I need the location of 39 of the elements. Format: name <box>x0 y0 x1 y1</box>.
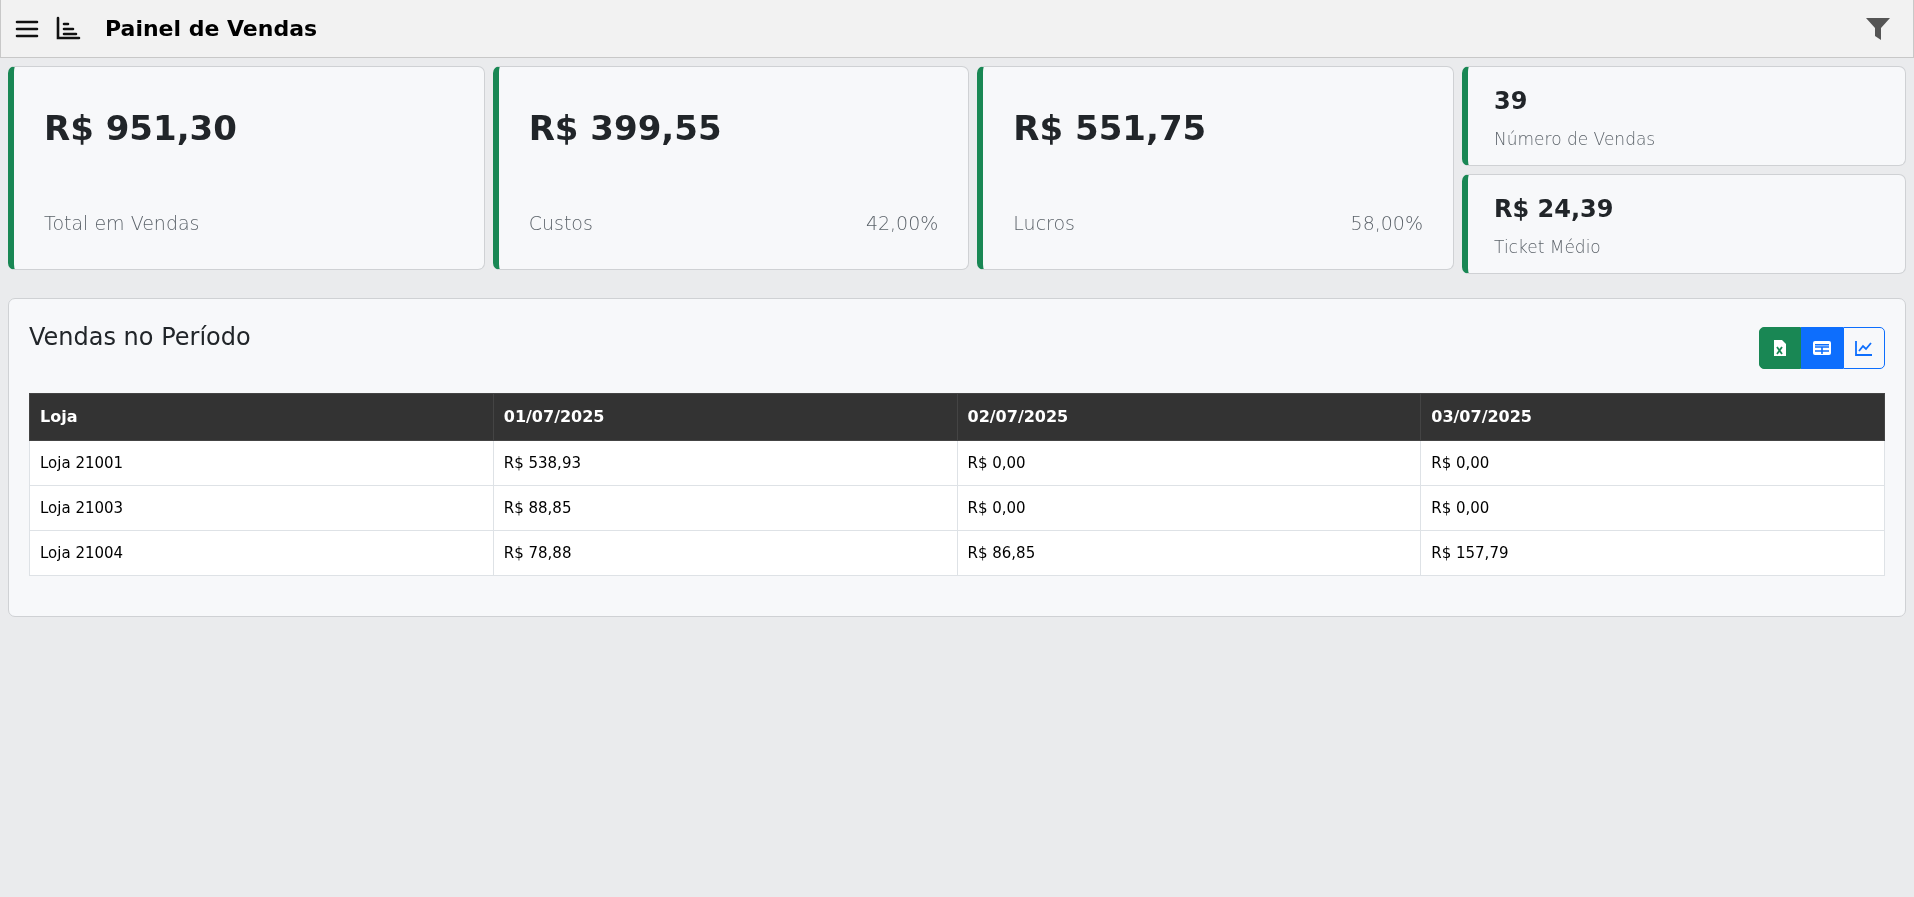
filter-icon[interactable] <box>1865 16 1891 41</box>
stat-value: 39 <box>1494 86 1529 117</box>
stat-label: Ticket Médio <box>1494 236 1602 259</box>
table-cell: R$ 0,00 <box>957 440 1421 486</box>
table-cell: Loja 21001 <box>29 440 494 486</box>
stat-value: R$ 399,55 <box>528 107 723 150</box>
stat-value: R$ 551,75 <box>1013 107 1208 150</box>
stat-label: Número de Vendas <box>1494 128 1657 151</box>
column-header: 03/07/2025 <box>1420 393 1885 441</box>
stat-label: Lucros <box>1013 210 1075 236</box>
table-cell: R$ 0,00 <box>1420 485 1885 531</box>
stat-percent: 58,00% <box>1350 210 1423 236</box>
column-header: Loja <box>29 393 494 441</box>
spreadsheet-file-icon <box>1773 339 1787 357</box>
table-cell: R$ 86,85 <box>957 530 1421 576</box>
table-cell: R$ 538,93 <box>493 440 957 486</box>
table-icon <box>1813 341 1831 355</box>
section-title: Vendas no Período <box>29 322 251 353</box>
table-cell: Loja 21003 <box>29 485 494 531</box>
page-title: Painel de Vendas <box>105 15 318 43</box>
table-cell: Loja 21004 <box>29 530 494 576</box>
table-cell: R$ 157,79 <box>1420 530 1885 576</box>
stat-percent: 42,00% <box>865 210 939 236</box>
table-cell: R$ 88,85 <box>493 485 957 531</box>
view-button[interactable] <box>1801 327 1843 369</box>
stat-label: Custos <box>528 210 593 236</box>
export-button[interactable] <box>1759 327 1801 369</box>
stat-value: R$ 24,39 <box>1494 194 1615 225</box>
bar-chart-icon <box>55 15 81 42</box>
column-header: 01/07/2025 <box>493 393 957 441</box>
table-cell: R$ 78,88 <box>493 530 957 576</box>
stat-value: R$ 951,30 <box>44 107 238 150</box>
view-button[interactable] <box>1843 327 1885 369</box>
table-cell: R$ 0,00 <box>1420 440 1885 486</box>
stat-label: Total em Vendas <box>44 210 200 236</box>
table-cell: R$ 0,00 <box>957 485 1421 531</box>
line-chart-icon <box>1855 340 1873 356</box>
menu-icon[interactable] <box>15 18 39 39</box>
column-header: 02/07/2025 <box>957 393 1421 441</box>
